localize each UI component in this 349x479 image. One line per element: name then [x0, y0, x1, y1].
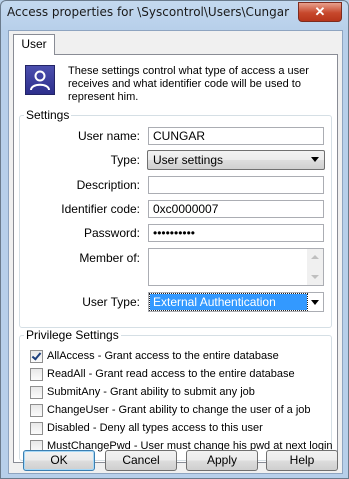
type-select[interactable]: User settings [147, 150, 325, 170]
scroll-down-icon[interactable] [311, 275, 319, 279]
user-type-value: External Authentication [149, 293, 308, 311]
ok-button[interactable]: OK [23, 450, 95, 471]
type-label: Type: [110, 153, 140, 167]
password-label: Password: [83, 226, 140, 240]
checkbox-allaccess[interactable]: AllAccess - Grant access to the entire d… [30, 348, 279, 364]
user-icon [25, 65, 55, 95]
checkbox-box[interactable] [30, 385, 43, 399]
scroll-up-icon[interactable] [311, 255, 319, 259]
member-of-list[interactable] [148, 248, 324, 286]
checkbox-readall[interactable]: ReadAll - Grant read access to the entir… [30, 366, 295, 382]
user-type-label: User Type: [82, 295, 140, 309]
identifier-code-field[interactable]: 0xc0000007 [148, 200, 324, 218]
member-of-scrollbar[interactable] [307, 249, 323, 285]
chevron-down-icon [311, 157, 319, 162]
description-field[interactable] [148, 176, 324, 194]
member-of-label: Member of: [79, 251, 140, 265]
help-button[interactable]: Help [266, 450, 338, 471]
title-bar[interactable]: Access properties for \Syscontrol\Users\… [1, 1, 348, 27]
checkbox-label: SubmitAny - Grant ability to submit any … [47, 386, 255, 398]
checkbox-label: Disabled - Deny all types access to this… [47, 422, 263, 434]
privilege-settings-group: Privilege Settings AllAccess - Grant acc… [19, 328, 333, 461]
user-name-field[interactable]: CUNGAR [148, 127, 324, 145]
cancel-button[interactable]: Cancel [105, 450, 177, 471]
checkbox-label: AllAccess - Grant access to the entire d… [47, 350, 279, 362]
checkbox-box[interactable] [30, 367, 43, 381]
close-button[interactable]: ✕ [298, 2, 342, 22]
dialog-window: Access properties for \Syscontrol\Users\… [0, 0, 349, 479]
window-title: Access properties for \Syscontrol\Users\… [7, 5, 290, 19]
checkbox-changeuser[interactable]: ChangeUser - Grant ability to change the… [30, 402, 311, 418]
type-select-value: User settings [153, 153, 224, 167]
checkbox-box[interactable] [30, 349, 43, 363]
checkbox-box[interactable] [30, 421, 43, 435]
apply-button[interactable]: Apply [186, 450, 258, 471]
dialog-client-area: User These settings control what type of… [8, 30, 343, 474]
chevron-down-icon [311, 300, 319, 305]
tab-user[interactable]: User [13, 34, 55, 55]
user-type-select[interactable]: External Authentication [148, 292, 324, 312]
password-field[interactable]: •••••••••• [148, 224, 324, 242]
privilege-settings-legend: Privilege Settings [26, 328, 119, 342]
checkbox-label: ChangeUser - Grant ability to change the… [47, 404, 311, 416]
settings-legend: Settings [26, 108, 70, 122]
settings-group: Settings User name: CUNGAR Type: User se… [19, 108, 332, 328]
checkbox-label: ReadAll - Grant read access to the entir… [47, 368, 295, 380]
checkbox-box[interactable] [30, 403, 43, 417]
user-name-label: User name: [77, 129, 140, 143]
checkbox-submitany[interactable]: SubmitAny - Grant ability to submit any … [30, 384, 255, 400]
intro-text: These settings control what type of acce… [68, 65, 309, 103]
checkbox-disabled[interactable]: Disabled - Deny all types access to this… [30, 420, 263, 436]
tab-panel-user: These settings control what type of acce… [13, 54, 338, 463]
description-label: Description: [76, 178, 140, 192]
identifier-code-label: Identifier code: [61, 202, 140, 216]
